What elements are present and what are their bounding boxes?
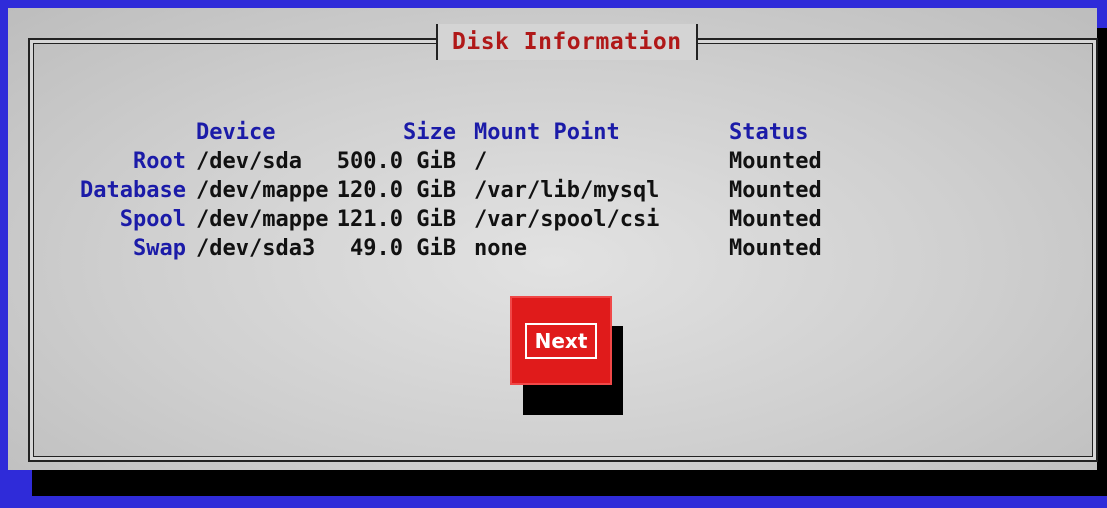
table-row: Spool /dev/mappe 121.0 GiB /var/spool/cs…: [68, 205, 889, 234]
row-mount-point: /var/lib/mysql: [474, 178, 660, 203]
row-size: 121.0 GiB: [336, 207, 456, 232]
row-status: Mounted: [729, 178, 822, 203]
header-device: Device: [196, 120, 276, 145]
header-mount-point: Mount Point: [474, 120, 620, 145]
table-header: Device Size Mount Point Status: [68, 118, 889, 147]
row-device: /dev/sda3: [196, 236, 316, 261]
row-device: /dev/mappe: [196, 178, 329, 203]
dialog-title-bar: Disk Information: [436, 24, 698, 60]
dialog-shadow: [32, 470, 1107, 496]
row-label: Spool: [119, 207, 186, 232]
row-size: 500.0 GiB: [336, 149, 456, 174]
dialog-shadow: [1097, 28, 1107, 496]
table-row: Database /dev/mappe 120.0 GiB /var/lib/m…: [68, 176, 889, 205]
row-label: Database: [80, 178, 186, 203]
table-row: Root /dev/sda 500.0 GiB / Mounted: [68, 147, 889, 176]
row-device: /dev/sda: [196, 149, 302, 174]
header-status: Status: [729, 120, 809, 145]
row-status: Mounted: [729, 149, 822, 174]
row-size: 120.0 GiB: [336, 178, 456, 203]
row-label: Root: [133, 149, 186, 174]
dialog-title: Disk Information: [452, 29, 682, 55]
header-label: [68, 118, 196, 147]
row-size: 49.0 GiB: [350, 236, 456, 261]
header-size: Size: [403, 120, 456, 145]
row-label: Swap: [133, 236, 186, 261]
row-mount-point: /: [474, 149, 488, 174]
disk-information-dialog: Disk Information Device Size Mount Point…: [8, 8, 1098, 470]
row-status: Mounted: [729, 236, 822, 261]
next-button[interactable]: Next: [510, 296, 612, 385]
next-button-label: Next: [524, 322, 598, 359]
row-mount-point: none: [474, 236, 527, 261]
disk-table: Device Size Mount Point Status Root /dev…: [68, 118, 889, 263]
screen: Disk Information Device Size Mount Point…: [0, 0, 1107, 508]
row-mount-point: /var/spool/csi: [474, 207, 660, 232]
row-device: /dev/mappe: [196, 207, 329, 232]
row-status: Mounted: [729, 207, 822, 232]
table-row: Swap /dev/sda3 49.0 GiB none Mounted: [68, 234, 889, 263]
